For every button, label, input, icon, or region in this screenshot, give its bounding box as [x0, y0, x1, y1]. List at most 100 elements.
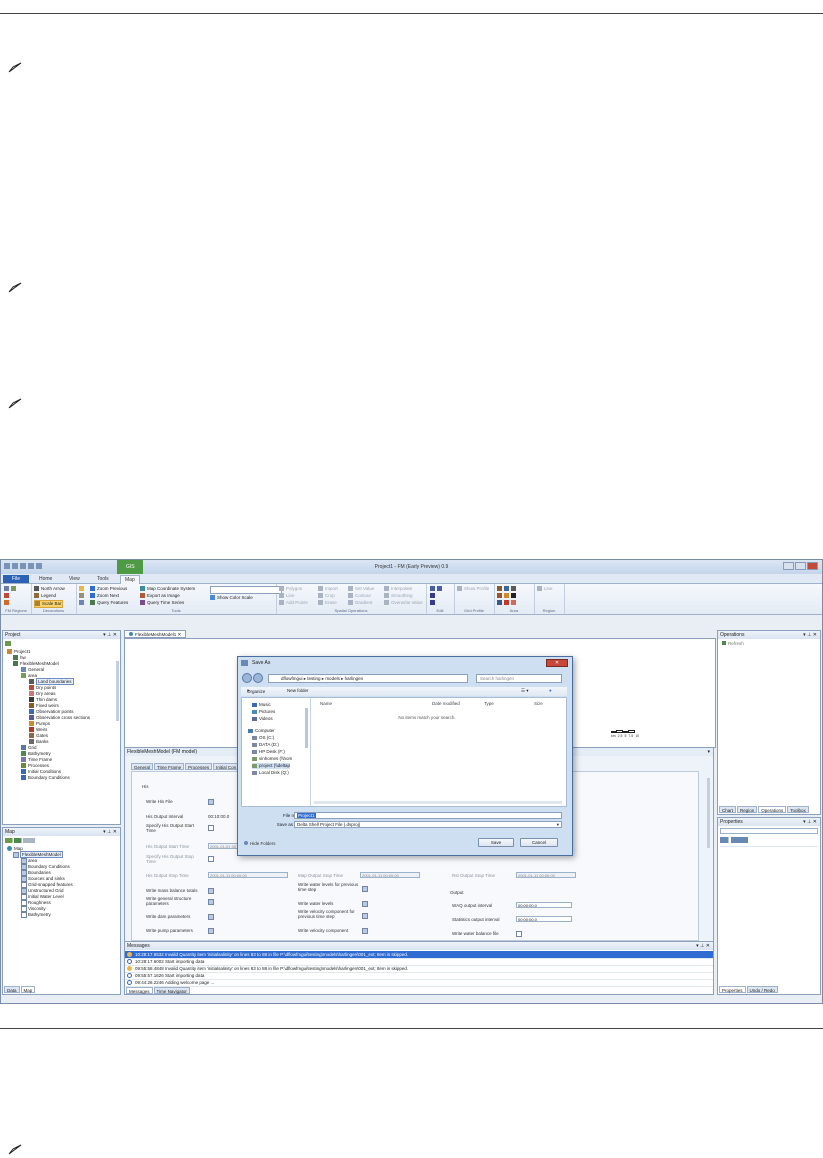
show-color-scale-button[interactable]: Show Color Scale: [210, 595, 253, 601]
write-dam-checkbox[interactable]: [208, 914, 214, 920]
write-pump-checkbox[interactable]: [208, 928, 214, 934]
tab-time-frame[interactable]: Time Frame: [154, 763, 185, 770]
tab-chart[interactable]: Chart: [719, 806, 737, 813]
column-type[interactable]: Type: [484, 701, 494, 706]
nav-project[interactable]: project (\\deltap: [252, 763, 291, 769]
coordinate-system-combo[interactable]: [210, 586, 282, 594]
tab-initial-conditions[interactable]: Initial Con: [213, 763, 240, 770]
set-value-button[interactable]: Set Value: [348, 586, 374, 592]
scale-bar-button[interactable]: Scale Bar: [34, 600, 63, 608]
export-as-image-button[interactable]: Export as Image: [140, 593, 180, 599]
tab-toolbox[interactable]: Toolbox: [787, 806, 809, 813]
nav-drive-f[interactable]: HP Desk (F:): [252, 749, 285, 755]
rst-stop-time-field[interactable]: 2001-01-11 00:00:00: [516, 872, 576, 878]
cancel-button[interactable]: Cancel: [520, 838, 558, 847]
edit-tool-1[interactable]: [430, 586, 444, 592]
edit-tool-3[interactable]: [430, 600, 437, 606]
fm-region-tool-3[interactable]: [4, 600, 11, 606]
horizontal-scrollbar[interactable]: [314, 801, 562, 804]
project-scrollbar[interactable]: [116, 661, 119, 721]
pan-tool-icon[interactable]: [79, 593, 86, 599]
line-button[interactable]: Line: [279, 593, 295, 599]
edit-tool-2[interactable]: [430, 593, 437, 599]
project-toolbar-icon[interactable]: [5, 641, 11, 646]
tab-map-layers[interactable]: Map: [20, 986, 36, 993]
pane-pin-close-icons[interactable]: ▾ ⊥ ✕: [696, 942, 710, 950]
view-options-icon[interactable]: ☰ ▾: [521, 688, 529, 694]
map-coordinate-system-button[interactable]: Map Coordinate System: [140, 586, 195, 592]
nav-scrollbar[interactable]: [305, 708, 308, 748]
back-button[interactable]: [242, 673, 252, 683]
zoom-previous-button[interactable]: Zoom Previous: [90, 586, 127, 592]
tab-time-navigator[interactable]: Time Navigator: [153, 987, 190, 994]
show-profile-button[interactable]: Show Profile: [457, 586, 489, 592]
his-output-interval-value[interactable]: 00:10:00.0: [208, 814, 229, 819]
tab-operations[interactable]: Operations: [758, 806, 787, 813]
write-velocity-checkbox[interactable]: [362, 928, 368, 934]
query-time-series-button[interactable]: Query Time Series: [140, 600, 184, 606]
nav-vinhomes[interactable]: vinhomes (\\hom: [252, 756, 292, 762]
nav-videos[interactable]: Videos: [252, 716, 273, 722]
map-toolbar-icons[interactable]: [5, 838, 35, 843]
write-velocity-prev-checkbox[interactable]: [362, 913, 368, 919]
tab-undo-redo[interactable]: Undo / Redo: [746, 986, 778, 993]
tab-map[interactable]: Map: [120, 575, 140, 584]
forward-button[interactable]: [253, 673, 263, 683]
area-tool-2[interactable]: [497, 593, 518, 599]
layer-node[interactable]: Bathymetry: [21, 912, 51, 918]
help-icon[interactable]: ●: [549, 688, 552, 693]
statistics-interval-field[interactable]: 00:00:00.0: [516, 916, 572, 922]
import-button[interactable]: Import: [318, 586, 338, 592]
nav-pictures[interactable]: Pictures: [252, 709, 275, 715]
minimize-button[interactable]: [783, 562, 794, 570]
write-water-balance-checkbox[interactable]: [516, 931, 522, 937]
write-mass-balance-checkbox[interactable]: [208, 888, 214, 894]
overwrite-value-button[interactable]: Overwrite Value: [384, 600, 423, 606]
write-general-structure-checkbox[interactable]: [208, 899, 214, 905]
pane-pin-close-icons[interactable]: ▾ ⊥ ✕: [803, 818, 817, 826]
north-arrow-button[interactable]: North Arrow: [34, 586, 65, 592]
nav-drive-d[interactable]: DATA (D:): [252, 742, 279, 748]
crop-button[interactable]: Crop: [318, 593, 335, 599]
nav-drive-c[interactable]: OS (C:): [252, 735, 274, 741]
write-water-levels-prev-checkbox[interactable]: [362, 886, 368, 892]
hide-folders-toggle[interactable]: Hide Folders: [244, 841, 276, 846]
gradient-button[interactable]: Gradient: [348, 600, 372, 606]
column-size[interactable]: Size: [534, 701, 543, 706]
nav-computer[interactable]: Computer: [248, 728, 275, 734]
zoom-next-button[interactable]: Zoom Next: [90, 593, 119, 599]
column-date-modified[interactable]: Date modified: [432, 701, 460, 706]
tab-region[interactable]: Region: [737, 806, 758, 813]
write-his-file-checkbox[interactable]: [208, 799, 214, 805]
document-tab[interactable]: FlexibleMeshModel1 ✕: [124, 630, 187, 638]
contour-button[interactable]: Contour: [348, 593, 371, 599]
message-row[interactable]: 09:44:28.2246 Adding welcome page ...: [125, 979, 713, 987]
tab-general[interactable]: General: [131, 763, 154, 770]
fm-region-tool-1[interactable]: [4, 586, 18, 592]
map-stop-time-field[interactable]: 2001-01-11 00:00:00: [360, 872, 420, 878]
save-type-select[interactable]: Delta Shell Project File (.dsproj) ▾: [294, 821, 562, 828]
write-water-levels-checkbox[interactable]: [362, 901, 368, 907]
organize-button[interactable]: Organize ▾: [247, 688, 265, 694]
settings-scrollbar[interactable]: [707, 778, 710, 848]
tab-view[interactable]: View: [65, 575, 84, 583]
region-line-button[interactable]: Line: [537, 586, 553, 592]
specify-his-start-checkbox[interactable]: [208, 825, 214, 831]
file-tab[interactable]: File: [3, 575, 29, 583]
area-tool-3[interactable]: [497, 600, 518, 606]
area-tool-1[interactable]: [497, 586, 518, 592]
pane-pin-close-icons[interactable]: ▾ ⊥ ✕: [103, 631, 117, 639]
new-folder-button[interactable]: New folder: [287, 688, 309, 693]
polygon-button[interactable]: Polygon: [279, 586, 302, 592]
settings-dropdown-icon[interactable]: ▾: [707, 748, 710, 756]
dialog-search-input[interactable]: Search harlingen: [476, 674, 562, 683]
add-points-button[interactable]: Add Points: [279, 600, 308, 606]
dialog-close-button[interactable]: ✕: [546, 659, 568, 667]
fm-region-tool-2[interactable]: [4, 593, 11, 599]
smoothing-button[interactable]: Smoothing: [384, 593, 413, 599]
tab-properties[interactable]: Properties: [719, 986, 746, 993]
save-button[interactable]: Save: [478, 838, 514, 847]
nav-drive-q[interactable]: Local Disk (Q:): [252, 770, 289, 776]
erase-button[interactable]: Erase: [318, 600, 337, 606]
select-tool-icon[interactable]: [79, 586, 86, 592]
